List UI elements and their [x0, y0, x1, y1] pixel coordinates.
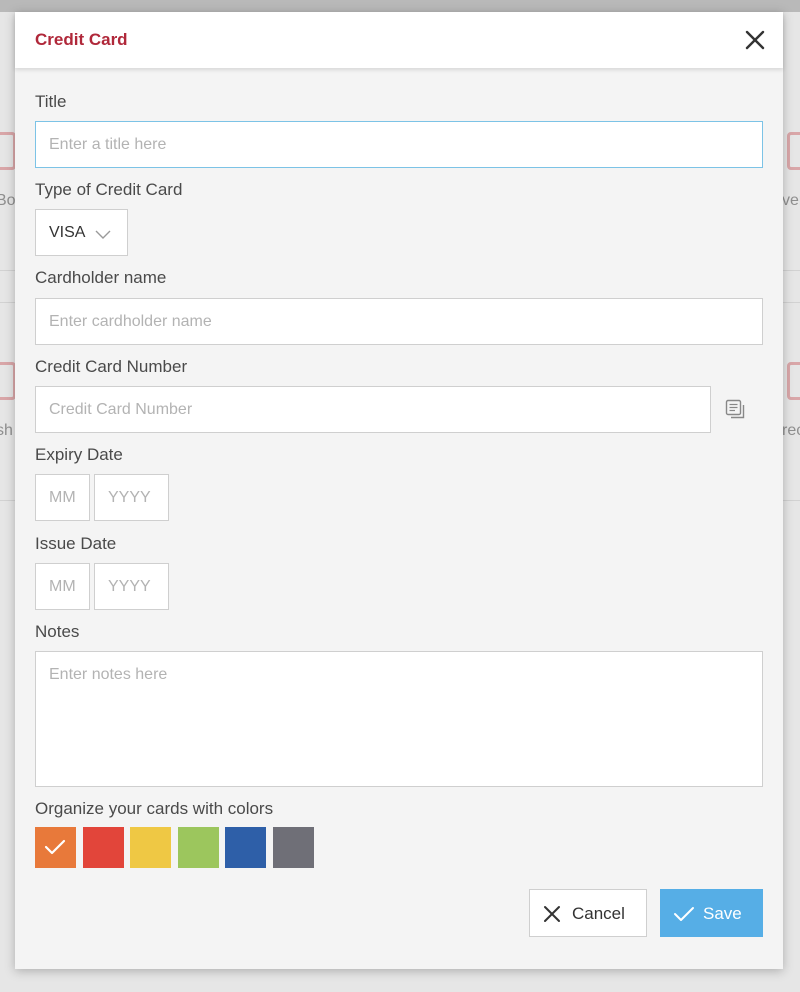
chevron-down-icon: [95, 230, 111, 239]
title-input[interactable]: [35, 121, 763, 168]
save-label: Save: [703, 904, 742, 923]
background-card-icon: [0, 132, 16, 170]
dialog-header: Credit Card: [15, 12, 783, 68]
copy-icon: [725, 399, 745, 419]
color-swatch-green[interactable]: [178, 827, 219, 868]
colors-label: Organize your cards with colors: [35, 799, 274, 818]
copy-button[interactable]: [724, 398, 748, 422]
card-number-input[interactable]: [35, 386, 711, 433]
issue-year-input[interactable]: [94, 563, 169, 610]
save-button[interactable]: Save: [660, 889, 763, 937]
cancel-button[interactable]: Cancel: [529, 889, 647, 937]
close-button[interactable]: [741, 26, 769, 54]
expiry-month-input[interactable]: [35, 474, 90, 521]
card-number-label: Credit Card Number: [35, 357, 188, 376]
color-swatch-orange[interactable]: [35, 827, 76, 868]
title-label: Title: [35, 92, 67, 111]
close-icon: [544, 906, 560, 922]
expiry-year-input[interactable]: [94, 474, 169, 521]
background-label: sh: [0, 422, 13, 439]
card-type-select[interactable]: VISA: [35, 209, 128, 256]
notes-textarea[interactable]: [35, 651, 763, 787]
issue-month-input[interactable]: [35, 563, 90, 610]
cardholder-label: Cardholder name: [35, 268, 167, 287]
credit-card-dialog: Credit Card Title Type of Credit Card VI…: [15, 12, 783, 969]
checkmark-icon: [674, 907, 694, 921]
color-swatch-blue[interactable]: [225, 827, 266, 868]
color-swatch-red[interactable]: [83, 827, 124, 868]
close-icon: [745, 30, 765, 50]
background-card-icon: [787, 362, 800, 400]
notes-label: Notes: [35, 622, 80, 641]
issue-date-label: Issue Date: [35, 534, 117, 553]
color-swatch-yellow[interactable]: [130, 827, 171, 868]
cancel-label: Cancel: [572, 904, 625, 923]
background-card-icon: [787, 132, 800, 170]
background-label: rec: [782, 422, 800, 439]
card-type-label: Type of Credit Card: [35, 180, 183, 199]
color-swatch-gray[interactable]: [273, 827, 314, 868]
card-type-value: VISA: [49, 224, 86, 241]
cardholder-input[interactable]: [35, 298, 763, 345]
background-label: Bo: [0, 192, 16, 209]
background-card-icon: [0, 362, 16, 400]
expiry-date-label: Expiry Date: [35, 445, 123, 464]
background-label: ver: [782, 192, 800, 209]
checkmark-icon: [44, 839, 66, 855]
dialog-title: Credit Card: [35, 30, 128, 49]
